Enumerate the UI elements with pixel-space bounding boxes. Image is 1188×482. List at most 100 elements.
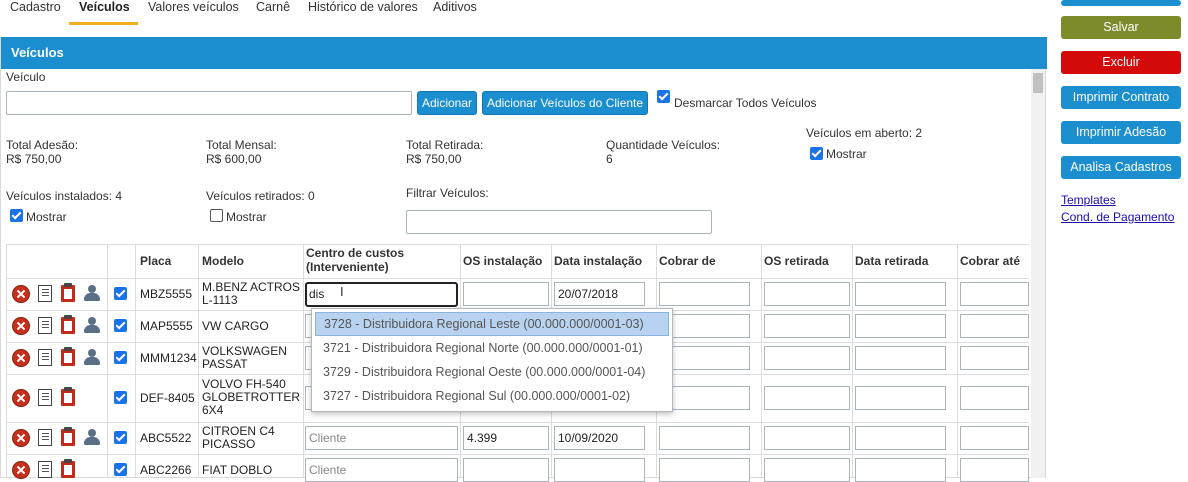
os-removal-input[interactable] xyxy=(764,282,850,306)
vehicle-label: Veículo xyxy=(6,70,46,84)
row-select-checkbox[interactable] xyxy=(114,287,127,300)
clipboard-icon[interactable] xyxy=(61,347,75,366)
total-mensal-label: Total Mensal: xyxy=(206,138,277,152)
tab-cadastro[interactable]: Cadastro xyxy=(8,0,63,14)
clipboard-icon[interactable] xyxy=(61,387,75,406)
delete-button[interactable]: Excluir xyxy=(1061,51,1181,74)
filter-input[interactable] xyxy=(406,210,712,234)
os-install-input[interactable]: 4.399 xyxy=(463,426,549,450)
autocomplete-option[interactable]: 3727 - Distribuidora Regional Sul (00.00… xyxy=(315,384,669,408)
os-removal-input[interactable] xyxy=(764,386,850,410)
grid-line xyxy=(303,244,304,478)
row-select-checkbox[interactable] xyxy=(114,463,127,476)
delete-row-icon[interactable] xyxy=(12,317,30,335)
uncheck-all-label: Desmarcar Todos Veículos xyxy=(674,96,817,110)
add-button[interactable]: Adicionar xyxy=(417,91,477,115)
tab-aditivos[interactable]: Aditivos xyxy=(431,0,479,14)
user-icon[interactable] xyxy=(84,349,104,366)
show-removed-label: Mostrar xyxy=(226,210,267,224)
document-icon[interactable] xyxy=(38,429,52,446)
charge-until-input[interactable] xyxy=(960,458,1029,482)
row-select-checkbox[interactable] xyxy=(114,351,127,364)
document-icon[interactable] xyxy=(38,285,52,302)
analyze-registrations-button[interactable]: Analisa Cadastros xyxy=(1061,156,1181,179)
user-icon[interactable] xyxy=(84,317,104,334)
os-install-input[interactable] xyxy=(463,282,549,306)
uncheck-all-checkbox[interactable] xyxy=(657,90,670,103)
column-header-os-instalacao: OS instalação xyxy=(463,254,543,268)
charge-from-input[interactable] xyxy=(659,426,750,450)
delete-row-icon[interactable] xyxy=(12,429,30,447)
templates-link[interactable]: Templates xyxy=(1061,193,1116,207)
grid-line xyxy=(198,244,199,478)
row-select-checkbox[interactable] xyxy=(114,391,127,404)
tab-historico-valores[interactable]: Histórico de valores xyxy=(306,0,420,14)
save-button[interactable]: Salvar xyxy=(1061,16,1181,39)
document-icon[interactable] xyxy=(38,389,52,406)
install-date-input[interactable]: 10/09/2020 xyxy=(554,426,645,450)
column-header-data-retirada: Data retirada xyxy=(855,254,929,268)
charge-until-input[interactable] xyxy=(960,314,1029,338)
row-select-checkbox[interactable] xyxy=(114,319,127,332)
show-open-checkbox[interactable] xyxy=(810,147,823,160)
charge-from-input[interactable] xyxy=(659,458,750,482)
charge-until-input[interactable] xyxy=(960,386,1029,410)
removal-date-input[interactable] xyxy=(855,386,946,410)
vertical-scrollbar[interactable] xyxy=(1031,69,1045,478)
delete-row-icon[interactable] xyxy=(12,349,30,367)
row-select-checkbox[interactable] xyxy=(114,431,127,444)
os-install-input[interactable] xyxy=(463,458,549,482)
removal-date-input[interactable] xyxy=(855,426,946,450)
removal-date-input[interactable] xyxy=(855,458,946,482)
clipboard-icon[interactable] xyxy=(61,459,75,478)
user-icon[interactable] xyxy=(84,429,104,446)
clipboard-icon[interactable] xyxy=(61,283,75,302)
cost-center-input[interactable]: Cliente xyxy=(305,458,458,482)
clipboard-icon[interactable] xyxy=(61,315,75,334)
scrollbar-thumb[interactable] xyxy=(1033,73,1043,93)
add-client-vehicles-button[interactable]: Adicionar Veículos do Cliente xyxy=(482,91,648,115)
column-header-placa: Placa xyxy=(140,254,172,268)
charge-from-input[interactable] xyxy=(659,282,750,306)
clipboard-icon[interactable] xyxy=(61,427,75,446)
filter-label: Filtrar Veículos: xyxy=(406,186,489,200)
top-action-button[interactable] xyxy=(1061,0,1181,6)
payment-conditions-link[interactable]: Cond. de Pagamento xyxy=(1061,210,1174,224)
cost-center-input[interactable]: Cliente xyxy=(305,426,458,450)
autocomplete-option[interactable]: 3721 - Distribuidora Regional Norte (00.… xyxy=(315,336,669,360)
tab-valores-veiculos[interactable]: Valores veículos xyxy=(146,0,241,14)
charge-until-input[interactable] xyxy=(960,426,1029,450)
document-icon[interactable] xyxy=(38,349,52,366)
vehicle-input[interactable] xyxy=(6,91,412,115)
removal-date-input[interactable] xyxy=(855,346,946,370)
print-adhesion-button[interactable]: Imprimir Adesão xyxy=(1061,121,1181,144)
panel-title: Veículos xyxy=(1,37,1047,69)
os-removal-input[interactable] xyxy=(764,426,850,450)
delete-row-icon[interactable] xyxy=(12,285,30,303)
tab-carne[interactable]: Carnê xyxy=(254,0,292,14)
grid-line xyxy=(852,244,853,478)
print-contract-button[interactable]: Imprimir Contrato xyxy=(1061,86,1181,109)
os-removal-input[interactable] xyxy=(764,346,850,370)
removal-date-input[interactable] xyxy=(855,282,946,306)
os-removal-input[interactable] xyxy=(764,314,850,338)
install-date-input[interactable] xyxy=(554,458,645,482)
plate-cell: ABC5522 xyxy=(140,431,192,445)
autocomplete-option[interactable]: 3729 - Distribuidora Regional Oeste (00.… xyxy=(315,360,669,384)
show-removed-checkbox[interactable] xyxy=(210,209,223,222)
delete-row-icon[interactable] xyxy=(12,461,30,479)
document-icon[interactable] xyxy=(38,461,52,478)
removal-date-input[interactable] xyxy=(855,314,946,338)
document-icon[interactable] xyxy=(38,317,52,334)
install-date-input[interactable]: 20/07/2018 xyxy=(554,282,645,306)
show-installed-checkbox[interactable] xyxy=(10,209,23,222)
delete-row-icon[interactable] xyxy=(12,389,30,407)
tab-veiculos[interactable]: Veículos xyxy=(77,0,132,14)
charge-until-input[interactable] xyxy=(960,346,1029,370)
user-icon[interactable] xyxy=(84,285,104,302)
total-retirada-label: Total Retirada: xyxy=(406,138,484,152)
charge-until-input[interactable] xyxy=(960,282,1029,306)
autocomplete-option[interactable]: 3728 - Distribuidora Regional Leste (00.… xyxy=(315,312,669,336)
cost-center-input[interactable]: dis xyxy=(305,282,458,307)
os-removal-input[interactable] xyxy=(764,458,850,482)
